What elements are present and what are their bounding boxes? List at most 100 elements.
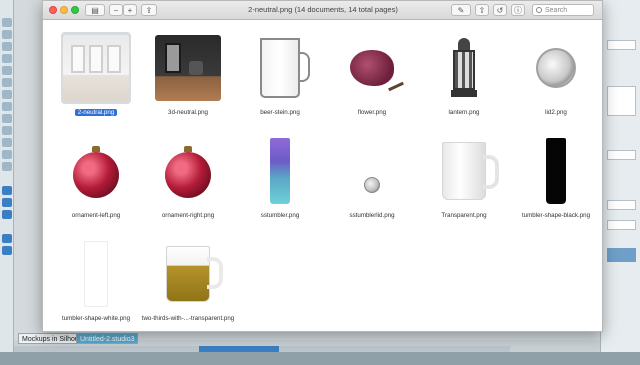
- thumbnail-image: [153, 238, 223, 310]
- pencil-tool-icon[interactable]: [2, 126, 12, 135]
- thumbnail-item[interactable]: Transparent.png: [416, 129, 508, 229]
- ornament-icon: [73, 146, 119, 198]
- thumbnail-image: [153, 135, 223, 207]
- grid-toggle-icon[interactable]: [2, 198, 12, 207]
- dark-room-icon: [155, 35, 221, 101]
- thumbnail-item[interactable]: lantern.png: [416, 26, 508, 126]
- thumbnail-item[interactable]: beer-stein.png: [232, 26, 324, 126]
- thumbnail-item[interactable]: tumbler-shape-black.png: [508, 129, 600, 229]
- store-icon[interactable]: [2, 210, 12, 219]
- white-mug-icon: [442, 142, 499, 200]
- thumbnail-image: [521, 32, 591, 104]
- thumbnail-item[interactable]: lid2.png: [508, 26, 600, 126]
- window-title: 2-neutral.png (14 documents, 14 total pa…: [248, 5, 398, 14]
- quicklook-window: ▤ − + ⇪ 2-neutral.png (14 documents, 14 …: [42, 0, 603, 332]
- left-toolbar: [0, 0, 14, 365]
- search-input[interactable]: Search: [532, 4, 594, 16]
- minimize-window-button[interactable]: [60, 6, 68, 14]
- info-icon[interactable]: ⓘ: [511, 4, 525, 16]
- thumbnail-label: 3d-neutral.png: [168, 109, 208, 116]
- sidebar-toggle-icon[interactable]: ▤: [85, 4, 105, 16]
- neutral-room-icon: [63, 35, 129, 101]
- flower-icon: [350, 50, 394, 86]
- thumbnail-item[interactable]: two-thirds-with-...-transparent.png: [140, 232, 235, 332]
- thumbnail-label: two-thirds-with-...-transparent.png: [141, 315, 235, 322]
- thumbnail-grid: 2-neutral.png 3d-neutral.png beer-stein.…: [43, 21, 603, 331]
- quicklook-titlebar: ▤ − + ⇪ 2-neutral.png (14 documents, 14 …: [43, 1, 602, 20]
- thumbnail-image: [61, 135, 131, 207]
- lid-icon: [536, 48, 576, 88]
- share-icon[interactable]: ⇧: [475, 4, 489, 16]
- thumbnail-item[interactable]: 3d-neutral.png: [140, 26, 232, 126]
- thumbnail-item[interactable]: tumbler-shape-white.png: [48, 232, 140, 332]
- thumbnail-label: flower.png: [357, 109, 387, 116]
- select-tool-icon[interactable]: [2, 18, 12, 27]
- thumbnail-item[interactable]: ornament-left.png: [48, 129, 140, 229]
- tumbler-lid-icon: [364, 177, 380, 193]
- thumbnail-item[interactable]: flower.png: [324, 26, 416, 126]
- gold-mug-icon: [166, 246, 223, 302]
- beer-stein-icon: [260, 38, 310, 98]
- thumbnail-label: beer-stein.png: [260, 109, 300, 116]
- thumbnail-item[interactable]: sstumbler.png: [232, 129, 324, 229]
- thumbnail-image: [429, 32, 499, 104]
- text-tool-icon[interactable]: [2, 138, 12, 147]
- thumbnail-label: lid2.png: [545, 109, 567, 116]
- thumbnail-label: tumbler-shape-black.png: [521, 212, 591, 219]
- zoom-out-icon[interactable]: [2, 246, 12, 255]
- thumbnail-image: [429, 135, 499, 207]
- zoom-in-icon[interactable]: +: [123, 4, 137, 16]
- thumbnail-image: [337, 32, 407, 104]
- thumbnail-label: sstumblerlid.png: [349, 212, 395, 219]
- line-tool-icon[interactable]: [2, 42, 12, 51]
- tumbler-icon: [270, 138, 290, 204]
- eraser-tool-icon[interactable]: [2, 150, 12, 159]
- status-bar: [0, 352, 640, 365]
- panel-field[interactable]: [607, 150, 636, 160]
- ellipse-tool-icon[interactable]: [2, 66, 12, 75]
- thumbnail-item[interactable]: 2-neutral.png: [48, 26, 140, 126]
- panel-button[interactable]: [607, 248, 636, 262]
- tab-untitled-2[interactable]: Untitled-2.studio3: [76, 333, 139, 344]
- white-tumbler-icon: [84, 241, 108, 307]
- thumbnail-image: [521, 135, 591, 207]
- ornament-icon: [165, 146, 211, 198]
- edit-points-icon[interactable]: [2, 30, 12, 39]
- search-icon: [536, 7, 542, 13]
- thumbnail-image: [61, 238, 131, 310]
- zoom-out-icon[interactable]: −: [109, 4, 123, 16]
- rectangle-tool-icon[interactable]: [2, 54, 12, 63]
- thumbnail-item[interactable]: sstumblerlid.png: [324, 129, 416, 229]
- thumbnail-label: lantern.png: [448, 109, 480, 116]
- knife-tool-icon[interactable]: [2, 162, 12, 171]
- markup-icon[interactable]: ✎: [451, 4, 471, 16]
- smooth-tool-icon[interactable]: [2, 114, 12, 123]
- panel-field[interactable]: [607, 220, 636, 230]
- zoom-in-icon[interactable]: [2, 234, 12, 243]
- freehand-tool-icon[interactable]: [2, 102, 12, 111]
- close-window-button[interactable]: [49, 6, 57, 14]
- panel-toggle-icon[interactable]: [2, 186, 12, 195]
- thumbnail-label: tumbler-shape-white.png: [61, 315, 131, 322]
- thumbnail-label: ornament-left.png: [71, 212, 121, 219]
- curve-tool-icon[interactable]: [2, 90, 12, 99]
- rotate-icon[interactable]: ↺: [493, 4, 507, 16]
- zoom-window-button[interactable]: [71, 6, 79, 14]
- thumbnail-image: [245, 32, 315, 104]
- panel-field[interactable]: [607, 200, 636, 210]
- polygon-tool-icon[interactable]: [2, 78, 12, 87]
- thumbnail-label: ornament-right.png: [161, 212, 215, 219]
- right-panel: [600, 0, 640, 365]
- lantern-icon: [451, 38, 477, 98]
- thumbnail-image: [245, 135, 315, 207]
- black-tumbler-icon: [546, 138, 566, 204]
- share-icon[interactable]: ⇪: [141, 4, 157, 16]
- thumbnail-label: Transparent.png: [441, 212, 487, 219]
- search-placeholder: Search: [545, 7, 568, 14]
- thumbnail-item[interactable]: ornament-right.png: [140, 129, 232, 229]
- thumbnail-image: [61, 32, 131, 104]
- panel-field[interactable]: [607, 40, 636, 50]
- document-tabs: Mockups in Silhou... Untitled-2.studio3: [14, 333, 600, 345]
- panel-field[interactable]: [607, 86, 636, 116]
- thumbnail-image: [337, 135, 407, 207]
